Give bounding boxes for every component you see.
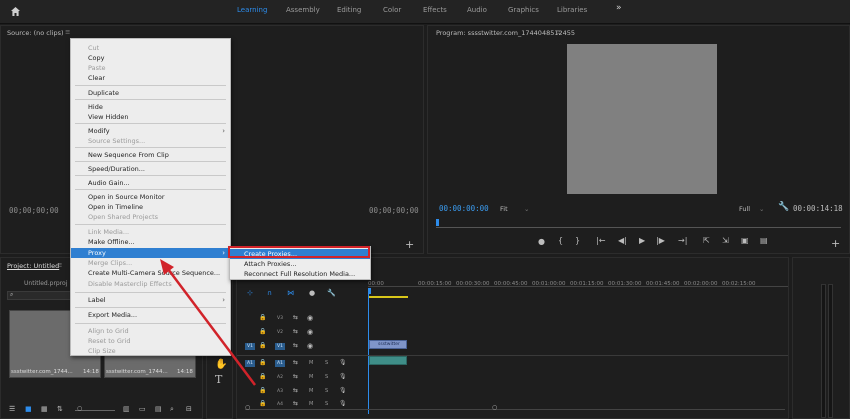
annotation-arrow (160, 259, 256, 386)
